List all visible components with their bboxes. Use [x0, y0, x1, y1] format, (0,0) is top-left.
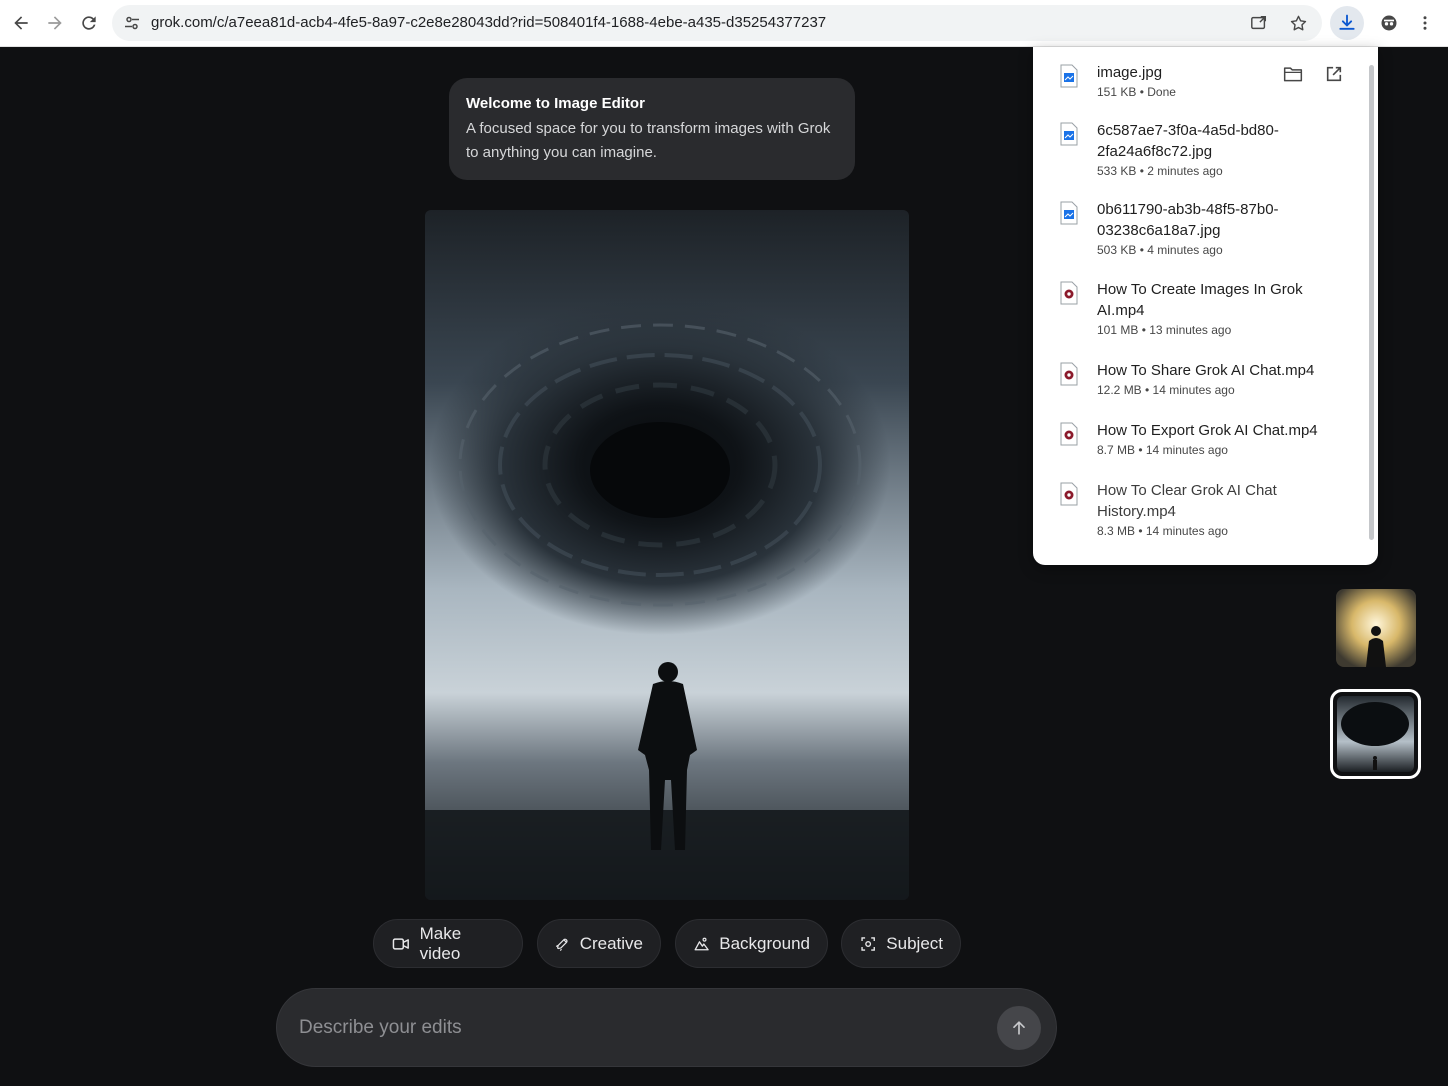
open-in-app-icon: [1251, 15, 1267, 30]
open-external-icon: [1326, 66, 1342, 82]
image-file-icon: [1060, 122, 1078, 146]
creative-button[interactable]: Creative: [537, 919, 661, 968]
subject-button[interactable]: Subject: [841, 919, 961, 968]
send-button[interactable]: [997, 1006, 1041, 1050]
download-filename: How To Export Grok AI Chat.mp4: [1097, 422, 1318, 439]
download-meta: 503 KB • 4 minutes ago: [1097, 243, 1223, 257]
edit-composer: [276, 988, 1057, 1067]
video-file-icon: [1060, 281, 1078, 305]
download-icon: [1339, 14, 1355, 30]
video-file-icon: [1060, 362, 1078, 386]
download-item[interactable]: How To Clear Grok AI Chat History.mp4 8.…: [1033, 480, 1363, 540]
make-video-button[interactable]: Make video: [373, 919, 523, 968]
more-vertical-icon: [1423, 16, 1427, 30]
download-meta: 151 KB • Done: [1097, 85, 1176, 99]
image-thumbnail[interactable]: [1336, 589, 1416, 667]
video-file-icon: [1060, 422, 1078, 446]
welcome-title: Welcome to Image Editor: [466, 95, 645, 112]
incognito-profile-icon: [1381, 15, 1397, 31]
arrow-right-icon: [48, 16, 62, 30]
folder-icon: [1283, 67, 1303, 82]
background-label: Background: [719, 933, 810, 953]
download-item[interactable]: How To Share Grok AI Chat.mp4 12.2 MB • …: [1033, 360, 1363, 400]
download-meta: 12.2 MB • 14 minutes ago: [1097, 383, 1235, 397]
star-icon: [1290, 15, 1306, 30]
reload-icon: [82, 16, 96, 30]
bookmark-button[interactable]: [1283, 8, 1313, 38]
forward-button[interactable]: [40, 8, 70, 38]
arrow-up-icon: [1013, 1021, 1025, 1035]
rocket-icon: [555, 938, 568, 951]
url-text: grok.com/c/a7eea81d-acb4-4fe5-8a97-c2e8e…: [151, 14, 827, 31]
download-item[interactable]: 0b611790-ab3b-48f5-87b0-03238c6a18a7.jpg…: [1033, 199, 1363, 259]
menu-button[interactable]: [1410, 8, 1440, 38]
show-in-folder-button[interactable]: [1281, 62, 1305, 86]
download-meta: 101 MB • 13 minutes ago: [1097, 323, 1232, 337]
address-bar[interactable]: grok.com/c/a7eea81d-acb4-4fe5-8a97-c2e8e…: [112, 5, 1322, 41]
download-item[interactable]: How To Create Images In Grok AI.mp4 101 …: [1033, 279, 1363, 339]
image-file-icon: [1060, 201, 1078, 225]
download-meta: 533 KB • 2 minutes ago: [1097, 164, 1223, 178]
downloads-scrollbar[interactable]: [1369, 65, 1374, 540]
download-filename: 6c587ae7-3f0a-4a5d-bd80-2fa24a6f8c72.jpg: [1097, 122, 1279, 160]
reload-button[interactable]: [74, 8, 104, 38]
profile-button[interactable]: [1374, 8, 1404, 38]
downloads-button[interactable]: [1330, 6, 1364, 40]
thumbnail-glow-image: [1336, 589, 1416, 667]
download-item[interactable]: How To Export Grok AI Chat.mp4 8.7 MB • …: [1033, 420, 1363, 460]
video-file-icon: [1060, 482, 1078, 506]
edited-image[interactable]: [425, 210, 909, 900]
download-filename: 0b611790-ab3b-48f5-87b0-03238c6a18a7.jpg: [1097, 201, 1279, 239]
focus-subject-icon: [861, 936, 875, 951]
thumbnail-vortex-image: [1337, 696, 1414, 772]
vortex-image-art: [425, 210, 909, 900]
download-item[interactable]: 6c587ae7-3f0a-4a5d-bd80-2fa24a6f8c72.jpg…: [1033, 120, 1363, 180]
download-filename: How To Clear Grok AI Chat History.mp4: [1097, 482, 1277, 520]
image-thumbnail-selected[interactable]: [1330, 689, 1421, 779]
describe-edits-input[interactable]: [299, 1011, 989, 1045]
download-filename: How To Share Grok AI Chat.mp4: [1097, 362, 1315, 379]
site-settings-icon[interactable]: [122, 13, 142, 33]
download-meta: 8.3 MB • 14 minutes ago: [1097, 524, 1228, 538]
back-button[interactable]: [6, 8, 36, 38]
mountain-icon: [694, 937, 709, 950]
arrow-left-icon: [14, 16, 28, 30]
creative-label: Creative: [579, 933, 643, 953]
background-button[interactable]: Background: [675, 919, 828, 968]
subject-label: Subject: [886, 933, 943, 953]
downloads-panel: image.jpg 151 KB • Done 6c587ae7-3f0a-4a…: [1033, 47, 1378, 565]
download-meta: 8.7 MB • 14 minutes ago: [1097, 443, 1228, 457]
download-item[interactable]: image.jpg 151 KB • Done: [1033, 62, 1363, 102]
make-video-label: Make video: [419, 923, 462, 963]
image-file-icon: [1060, 64, 1078, 88]
install-app-button[interactable]: [1244, 8, 1274, 38]
video-camera-icon: [392, 937, 409, 950]
welcome-description: A focused space for you to transform ima…: [466, 120, 831, 161]
browser-toolbar: grok.com/c/a7eea81d-acb4-4fe5-8a97-c2e8e…: [0, 0, 1448, 47]
welcome-card: Welcome to Image Editor A focused space …: [449, 78, 855, 180]
download-filename: How To Create Images In Grok AI.mp4: [1097, 281, 1303, 319]
open-file-button[interactable]: [1322, 62, 1346, 86]
